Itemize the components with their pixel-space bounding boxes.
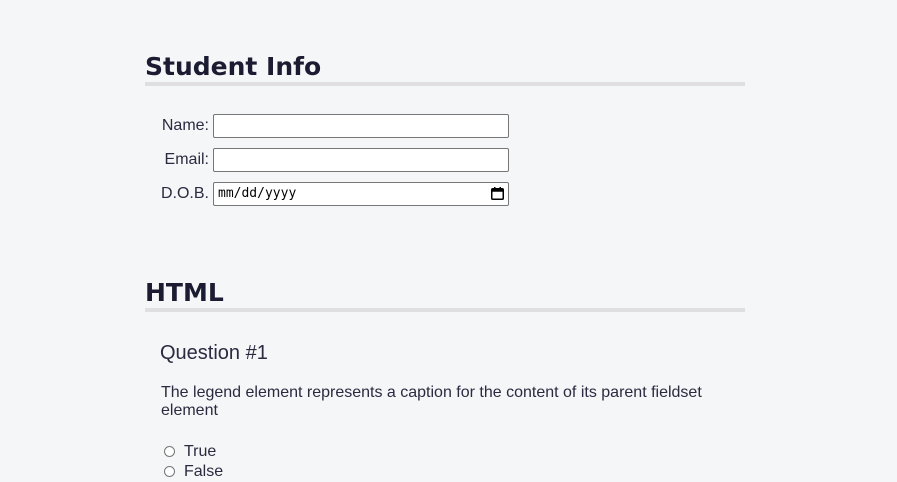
name-label: Name:	[161, 117, 209, 134]
dob-value: mm/dd/yyyy	[218, 186, 297, 201]
radio-true[interactable]	[164, 446, 175, 457]
question-text: The legend element represents a caption …	[161, 384, 702, 419]
option-false-label[interactable]: False	[184, 463, 223, 481]
question-title: Question #1	[160, 342, 268, 364]
email-row: Email:	[145, 148, 745, 172]
email-label: Email:	[164, 151, 209, 168]
radio-false[interactable]	[164, 466, 175, 477]
option-true-label[interactable]: True	[184, 443, 216, 461]
dob-input[interactable]: mm/dd/yyyy	[213, 182, 509, 206]
option-false[interactable]: False	[164, 463, 364, 481]
student-info-section: Student Info Name: Email: D.O.B. mm/dd/y…	[145, 52, 745, 206]
option-true[interactable]: True	[164, 443, 364, 461]
name-input[interactable]	[213, 114, 509, 138]
section-title-student-info: Student Info	[145, 52, 745, 86]
name-row: Name:	[145, 114, 745, 138]
dob-label: D.O.B.	[160, 185, 209, 202]
page: Student Info Name: Email: D.O.B. mm/dd/y…	[0, 0, 897, 482]
html-section: HTML Question #1 The legend element repr…	[145, 278, 745, 480]
dob-row: D.O.B. mm/dd/yyyy	[145, 182, 745, 206]
section-title-html: HTML	[145, 278, 745, 312]
email-input[interactable]	[213, 148, 509, 172]
calendar-icon[interactable]	[491, 187, 504, 200]
